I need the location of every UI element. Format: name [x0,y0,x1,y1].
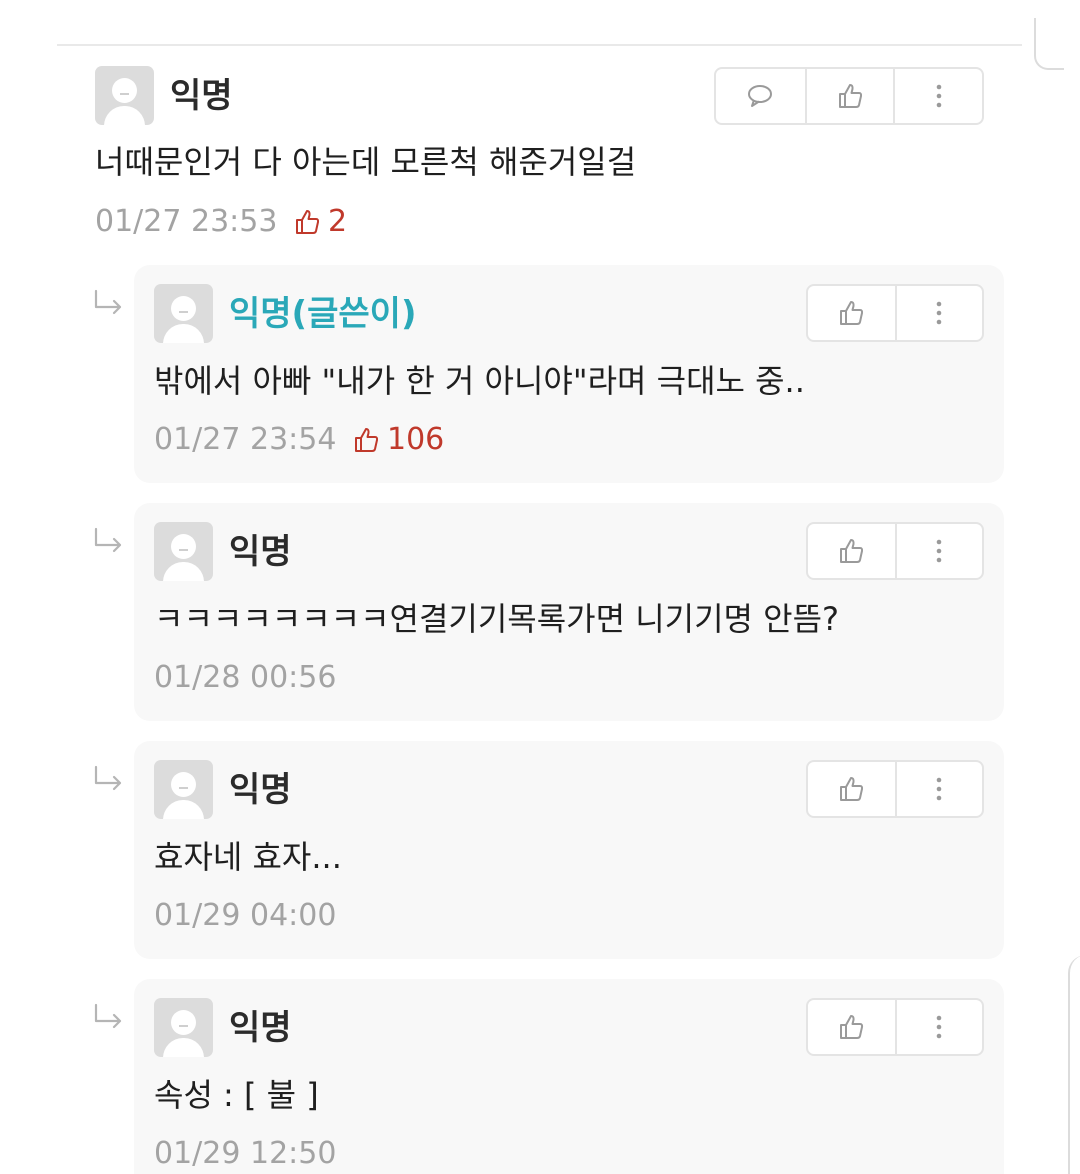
reply-author: 익명(글쓴이) [229,294,417,334]
reply-actions [806,760,984,818]
reply-arrow-icon [94,527,122,553]
more-button[interactable] [893,69,982,123]
comment-time: 01/27 23:53 [95,204,278,239]
reply-arrow-icon [94,289,122,315]
like-count-value: 2 [328,204,348,239]
reply-time: 01/27 23:54 [154,422,337,457]
thumbs-up-icon [840,1015,864,1039]
vertical-dots-icon [937,301,942,325]
comment-thread: 익명 너때문인거 다 아는데 모른척 해준거일걸 01/27 23:53 2 익… [0,0,1080,1174]
comment-author: 익명 [170,76,233,116]
reply-actions [806,998,984,1056]
like-button[interactable] [808,524,895,578]
like-button[interactable] [808,1000,895,1054]
like-count: 106 [351,422,444,458]
avatar [154,998,213,1057]
more-button[interactable] [894,762,982,816]
scroll-edge-top [1034,18,1064,70]
thumbs-up-icon [355,428,379,452]
vertical-dots-icon [937,539,942,563]
thumbs-up-icon [838,84,863,108]
reply-author: 익명 [229,1008,292,1048]
reply-text: 속성 : [ 불 ] [154,1076,319,1114]
reply-arrow-icon [94,765,122,791]
like-count-value: 106 [387,422,445,457]
avatar [154,522,213,581]
reply-text: ㅋㅋㅋㅋㅋㅋㅋㅋ연결기기목록가면 니기기명 안뜸? [154,600,840,638]
avatar [95,66,154,125]
vertical-dots-icon [937,1015,942,1039]
more-button[interactable] [894,1000,982,1054]
comment-text: 너때문인거 다 아는데 모른척 해준거일걸 [95,143,637,181]
reply-author: 익명 [229,770,292,810]
reply-time: 01/29 04:00 [154,898,337,933]
thumbs-up-icon [840,539,864,563]
reply-text: 밖에서 아빠 "내가 한 거 아니야"라며 극대노 중.. [154,362,805,400]
reply-time: 01/29 12:50 [154,1136,337,1171]
divider [57,44,1022,46]
reply-text: 효자네 효자... [154,838,342,876]
reply-button[interactable] [716,69,805,123]
reply-time: 01/28 00:56 [154,660,337,695]
like-button[interactable] [804,69,894,123]
reply-actions [806,522,984,580]
like-button[interactable] [808,286,895,340]
more-button[interactable] [894,286,982,340]
speech-bubble-icon [748,85,773,107]
like-button[interactable] [808,762,895,816]
thumbs-up-icon [296,210,320,234]
more-button[interactable] [894,524,982,578]
avatar [154,284,213,343]
thumbs-up-icon [840,777,864,801]
vertical-dots-icon [936,84,941,108]
like-count: 2 [292,204,347,240]
vertical-dots-icon [937,777,942,801]
comment-actions [714,67,984,125]
thumbs-up-icon [840,301,864,325]
avatar [154,760,213,819]
reply-author: 익명 [229,532,292,572]
scroll-edge-bottom [1068,955,1080,1174]
reply-actions [806,284,984,342]
reply-arrow-icon [94,1003,122,1029]
